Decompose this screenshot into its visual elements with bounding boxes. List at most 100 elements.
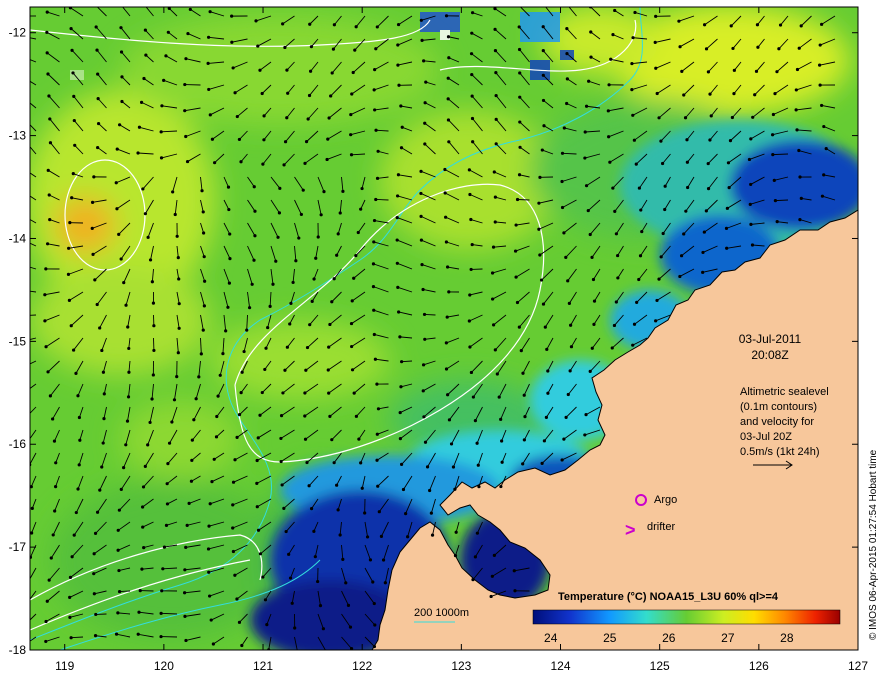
velocity-arrow-head (159, 611, 163, 615)
velocity-arrow-head (159, 130, 163, 134)
velocity-arrow-head (266, 325, 270, 330)
velocity-arrow-head (517, 173, 522, 177)
velocity-arrow-head (729, 24, 733, 28)
velocity-arrow-head (471, 578, 475, 582)
velocity-arrow-head (227, 207, 231, 212)
velocity-arrow-head (141, 485, 146, 489)
velocity-arrow-head (592, 322, 596, 326)
velocity-arrow-head (45, 30, 49, 34)
velocity-arrow-head (444, 14, 449, 18)
velocity-arrow-head (518, 120, 522, 124)
velocity-arrow-head (201, 328, 205, 332)
velocity-arrow-head (363, 511, 367, 515)
colorbar-tick-label: 27 (721, 631, 735, 645)
velocity-arrow-head (207, 524, 211, 528)
velocity-arrow-head (773, 199, 778, 203)
velocity-arrow-head (677, 19, 681, 23)
velocity-arrow-head (818, 83, 822, 87)
velocity-arrow-head (379, 534, 384, 538)
velocity-arrow-head (45, 242, 50, 246)
altimetry-caption-line-3: and velocity for (740, 416, 814, 428)
velocity-arrow-head (634, 162, 638, 166)
velocity-arrow-head (704, 209, 708, 213)
velocity-arrow-head (190, 458, 194, 462)
velocity-arrow-head (24, 417, 27, 420)
velocity-arrow-head (818, 63, 822, 67)
velocity-arrow-head (704, 47, 709, 51)
velocity-arrow-head (208, 113, 212, 117)
velocity-arrow-head (560, 205, 565, 210)
velocity-arrow-head (142, 76, 146, 81)
velocity-arrow-head (262, 138, 266, 142)
velocity-arrow-head (306, 117, 310, 121)
velocity-arrow-head (446, 35, 451, 39)
velocity-arrow-head (184, 57, 188, 61)
velocity-arrow-head (678, 274, 682, 279)
velocity-arrow-head (331, 47, 336, 51)
velocity-arrow-head (494, 93, 498, 98)
velocity-arrow-head (284, 529, 288, 534)
velocity-arrow-head (775, 220, 779, 224)
velocity-arrow-head (202, 231, 206, 235)
velocity-arrow-head (184, 134, 188, 139)
velocity-arrow-head (115, 207, 119, 211)
velocity-arrow-head (307, 484, 311, 488)
velocity-arrow-head (199, 352, 203, 356)
velocity-arrow-head (310, 299, 314, 304)
velocity-arrow-head (186, 31, 190, 36)
velocity-arrow-head (175, 234, 179, 238)
velocity-arrow (375, 199, 389, 201)
velocity-arrow-head (264, 346, 268, 350)
lat-tick-label: -12 (9, 26, 27, 40)
velocity-arrow-head (467, 319, 471, 323)
velocity-arrow-head (48, 218, 52, 222)
velocity-arrow-head (359, 207, 363, 211)
velocity-arrow-head (44, 639, 48, 644)
velocity-arrow-head (66, 272, 71, 276)
velocity-arrow-head (371, 285, 376, 289)
velocity-arrow-head (682, 93, 686, 97)
velocity-arrow-head (468, 293, 472, 297)
velocity-arrow-head (92, 572, 96, 576)
velocity-arrow-head (278, 186, 282, 190)
velocity-arrow-head (102, 392, 106, 396)
velocity-arrow-head (499, 484, 503, 489)
velocity-arrow (772, 153, 789, 156)
velocity-arrow-head (701, 250, 705, 255)
velocity-arrow-head (313, 555, 317, 559)
velocity-arrow-head (68, 595, 72, 600)
velocity-arrow-head (680, 69, 684, 73)
velocity-arrow-head (730, 115, 734, 120)
velocity-arrow-head (268, 304, 272, 308)
velocity-arrow-head (446, 76, 450, 80)
velocity-arrow-head (44, 345, 48, 349)
velocity-arrow-head (138, 589, 142, 593)
velocity-arrow-head (663, 184, 667, 188)
velocity-arrow-head (514, 275, 518, 279)
velocity-arrow-head (288, 322, 292, 326)
velocity-arrow-head (820, 103, 824, 108)
velocity-arrow-head (119, 26, 123, 30)
velocity-arrow-head (22, 289, 25, 292)
velocity-arrow-head (322, 190, 326, 194)
velocity-arrow-head (233, 91, 237, 95)
velocity-arrow-head (235, 114, 239, 119)
velocity-arrow-head (375, 382, 379, 386)
velocity-arrow-head (271, 282, 275, 286)
velocity-arrow-head (518, 145, 522, 149)
velocity-arrow-head (254, 19, 258, 23)
velocity-arrow-head (404, 511, 408, 516)
velocity-arrow-head (170, 420, 174, 424)
velocity-arrow-head (200, 189, 204, 193)
velocity-arrow-head (611, 33, 615, 37)
velocity-arrow-head (706, 161, 710, 166)
velocity-arrow-head (344, 581, 348, 585)
velocity-arrow-head (282, 506, 286, 510)
velocity-arrow-head (453, 553, 458, 558)
velocity-arrow-head (125, 419, 130, 423)
velocity-arrow-head (655, 298, 659, 303)
velocity-arrow-head (77, 463, 81, 467)
velocity-arrow-head (373, 108, 377, 112)
velocity-arrow-head (22, 76, 25, 79)
velocity-arrow-head (207, 87, 211, 92)
